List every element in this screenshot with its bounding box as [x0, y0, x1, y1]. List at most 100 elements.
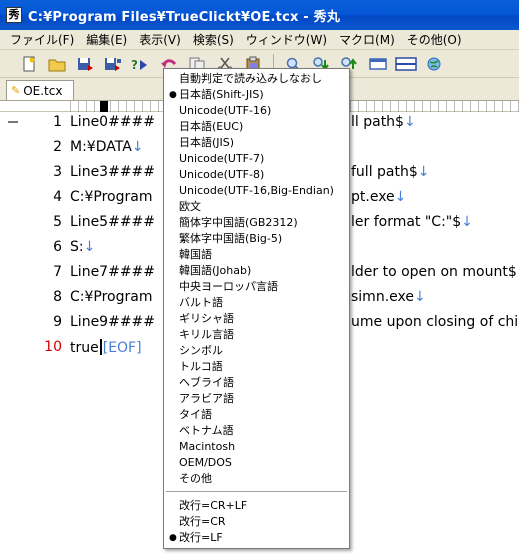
option-label: Macintosh [179, 440, 236, 453]
option-label: 繁体字中国語(Big-5) [179, 232, 283, 245]
encoding-option[interactable]: ● 日本語(Shift-JIS) [164, 87, 349, 103]
option-label: 日本語(JIS) [179, 136, 235, 149]
option-label: Unicode(UTF-16) [179, 104, 272, 117]
encoding-menu: 自動判定で読み込みしなおし ● 日本語(Shift-JIS) Unicode(UTF-… [163, 68, 350, 549]
line-text: C:¥Program [70, 289, 153, 305]
save-as-icon[interactable] [102, 53, 124, 75]
line-text: C:¥Program [70, 189, 153, 205]
line-number: 9 [53, 314, 62, 330]
newline-mark: ↓ [83, 239, 96, 255]
encoding-option[interactable]: OEM/DOS [164, 455, 349, 471]
encoding-option[interactable]: Unicode(UTF-16,Big-Endian) [164, 183, 349, 199]
line-text: S:↓ [70, 239, 96, 255]
ruler-cursor-marker [100, 101, 108, 112]
newline-mark: ↓ [403, 114, 416, 130]
split-icon[interactable] [395, 53, 417, 75]
globe-icon[interactable] [423, 53, 445, 75]
option-label: OEM/DOS [179, 456, 232, 469]
line-text: Line3#### [70, 164, 156, 180]
selected-bullet-icon: ● [169, 90, 177, 100]
option-label: タイ語 [179, 408, 212, 421]
encoding-option[interactable]: Macintosh [164, 439, 349, 455]
save-icon[interactable] [74, 53, 96, 75]
option-label: シンボル [179, 344, 223, 357]
window-icon[interactable] [367, 53, 389, 75]
encoding-option[interactable]: アラビア語 [164, 391, 349, 407]
encoding-option[interactable]: Unicode(UTF-8) [164, 167, 349, 183]
newline-option[interactable]: 改行=CR [164, 514, 349, 530]
encoding-option[interactable]: ヘブライ語 [164, 375, 349, 391]
encoding-option[interactable]: 韓国語 [164, 247, 349, 263]
line-text-right: pt.exe↓ [351, 189, 407, 205]
option-label: Unicode(UTF-7) [179, 152, 265, 165]
file-icon: ✎ [11, 84, 21, 97]
tab-oe-tcx[interactable]: ✎ OE.tcx [6, 80, 74, 100]
option-label: バルト語 [179, 296, 223, 309]
line-number: 4 [53, 189, 62, 205]
encoding-option[interactable]: ベトナム語 [164, 423, 349, 439]
line-text-right: full path$↓ [351, 164, 430, 180]
encoding-option[interactable]: 欧文 [164, 199, 349, 215]
option-label: Unicode(UTF-16,Big-Endian) [179, 184, 334, 197]
new-file-icon[interactable] [18, 53, 40, 75]
newline-option[interactable]: 改行=CR+LF [164, 498, 349, 514]
encoding-option[interactable]: 中央ヨーロッパ言語 [164, 279, 349, 295]
eof-marker: [EOF] [102, 340, 142, 356]
newline-option[interactable]: ● 改行=LF [164, 530, 349, 546]
title-bar[interactable]: 秀 C:¥Program Files¥TrueClickt¥OE.tcx - 秀… [0, 0, 519, 30]
encoding-option[interactable]: 韓国語(Johab) [164, 263, 349, 279]
line-text: Line9#### [70, 314, 156, 330]
newline-mark: ↓ [131, 139, 144, 155]
option-label: 韓国語(Johab) [179, 264, 252, 277]
option-label: 欧文 [179, 200, 201, 213]
option-label: 中央ヨーロッパ言語 [179, 280, 278, 293]
line-text-right: lder to open on mount$ [351, 264, 517, 280]
encoding-option[interactable]: バルト語 [164, 295, 349, 311]
option-label: 改行=LF [179, 531, 223, 544]
app-icon[interactable]: 秀 [6, 7, 22, 23]
encoding-option[interactable]: その他 [164, 471, 349, 487]
menu-separator [166, 491, 347, 492]
option-label: キリル言語 [179, 328, 234, 341]
menu-other[interactable]: その他(O) [401, 31, 468, 48]
menu-bar: ファイル(F) 編集(E) 表示(V) 検索(S) ウィンドウ(W) マクロ(M… [0, 30, 519, 50]
encoding-option[interactable]: Unicode(UTF-16) [164, 103, 349, 119]
encoding-option[interactable]: タイ語 [164, 407, 349, 423]
encoding-icon[interactable]: ? [130, 53, 152, 75]
line-number: 7 [53, 264, 62, 280]
encoding-option[interactable]: トルコ語 [164, 359, 349, 375]
open-folder-icon[interactable] [46, 53, 68, 75]
line-number: 3 [53, 164, 62, 180]
menu-macro[interactable]: マクロ(M) [333, 31, 401, 48]
newline-mark: ↓ [417, 164, 430, 180]
option-label: 改行=CR [179, 515, 226, 528]
line-number: 2 [53, 139, 62, 155]
option-label: その他 [179, 472, 212, 485]
option-label: 改行=CR+LF [179, 499, 248, 512]
encoding-option[interactable]: シンボル [164, 343, 349, 359]
menu-view[interactable]: 表示(V) [133, 31, 187, 48]
encoding-option[interactable]: ギリシャ語 [164, 311, 349, 327]
menu-window[interactable]: ウィンドウ(W) [240, 31, 333, 48]
option-label: ヘブライ語 [179, 376, 234, 389]
svg-text:?: ? [131, 58, 138, 72]
option-label: ギリシャ語 [179, 312, 234, 325]
line-number: 8 [53, 289, 62, 305]
menu-search[interactable]: 検索(S) [187, 31, 240, 48]
encoding-option[interactable]: 簡体字中国語(GB2312) [164, 215, 349, 231]
encoding-option[interactable]: 自動判定で読み込みしなおし [164, 71, 349, 87]
line-number: 1 [53, 114, 62, 130]
encoding-option[interactable]: Unicode(UTF-7) [164, 151, 349, 167]
option-label: 韓国語 [179, 248, 212, 261]
option-label: Unicode(UTF-8) [179, 168, 265, 181]
menu-file[interactable]: ファイル(F) [4, 31, 80, 48]
line-number: 5 [53, 214, 62, 230]
encoding-option[interactable]: 日本語(EUC) [164, 119, 349, 135]
line-text: Line7#### [70, 264, 156, 280]
encoding-option[interactable]: 繁体字中国語(Big-5) [164, 231, 349, 247]
line-number: 6 [53, 239, 62, 255]
menu-edit[interactable]: 編集(E) [80, 31, 133, 48]
encoding-option[interactable]: 日本語(JIS) [164, 135, 349, 151]
selected-bullet-icon: ● [169, 533, 177, 543]
encoding-option[interactable]: キリル言語 [164, 327, 349, 343]
